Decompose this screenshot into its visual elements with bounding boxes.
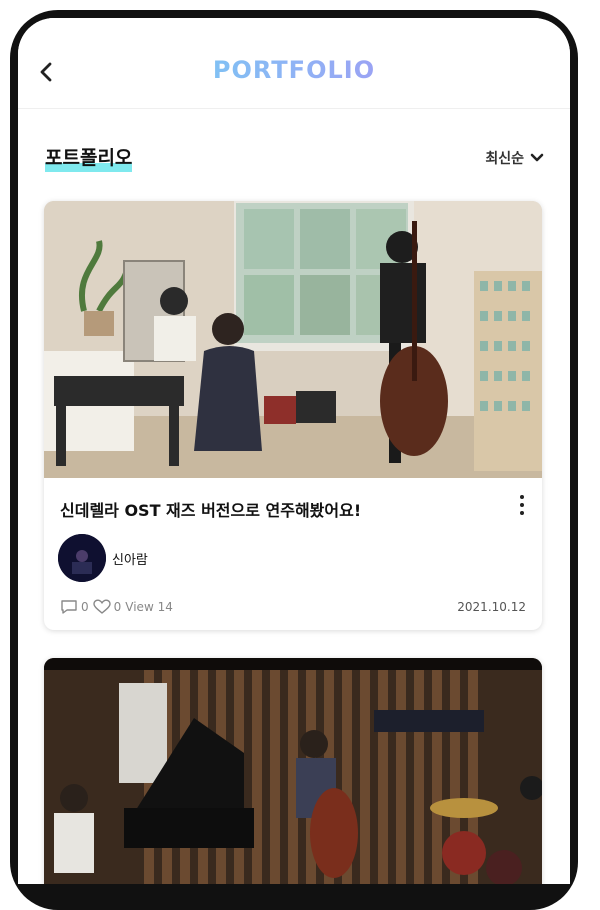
page-title: 포트폴리오 bbox=[45, 147, 133, 169]
jazz-performance-photo bbox=[44, 201, 542, 478]
comment-count: 0 bbox=[81, 600, 89, 614]
comment-stat: 0 bbox=[60, 599, 89, 615]
comment-icon bbox=[61, 600, 77, 614]
like-count: 0 bbox=[113, 600, 122, 614]
portfolio-card[interactable]: 신데렐라 OST 재즈 버전으로 연주해봤어요! 신아람 0 0 View 14… bbox=[44, 201, 542, 630]
post-date: 2021.10.12 bbox=[457, 600, 526, 614]
jazz-band-photo bbox=[44, 658, 542, 884]
post-thumbnail[interactable] bbox=[44, 201, 542, 478]
sort-dropdown[interactable]: 최신순 bbox=[485, 148, 544, 168]
post-title[interactable]: 신데렐라 OST 재즈 버전으로 연주해봤어요! bbox=[60, 497, 361, 521]
heart-icon bbox=[92, 599, 111, 614]
more-dots-icon bbox=[520, 495, 524, 499]
section-header: 포트폴리오 bbox=[45, 143, 133, 172]
more-dots-icon bbox=[520, 511, 524, 515]
view-count: View 14 bbox=[125, 600, 173, 614]
sort-label: 최신순 bbox=[485, 151, 524, 167]
chevron-down-icon bbox=[530, 153, 544, 162]
post-stats: 0 0 View 14 bbox=[60, 599, 173, 615]
post-thumbnail[interactable] bbox=[44, 658, 542, 884]
app-logo: PORTFOLIO bbox=[18, 56, 570, 84]
top-bar: PORTFOLIO bbox=[18, 18, 570, 109]
post-author[interactable]: 신아람 bbox=[58, 534, 148, 582]
more-dots-icon bbox=[520, 503, 524, 507]
app-screen: PORTFOLIO 포트폴리오 최신순 신데렐라 OST 재즈 버전으로 연주해… bbox=[18, 18, 570, 884]
more-options-button[interactable] bbox=[512, 491, 532, 519]
author-name: 신아람 bbox=[112, 552, 148, 568]
avatar bbox=[58, 534, 106, 582]
portfolio-card[interactable] bbox=[44, 658, 542, 884]
like-stat[interactable]: 0 bbox=[92, 599, 122, 615]
